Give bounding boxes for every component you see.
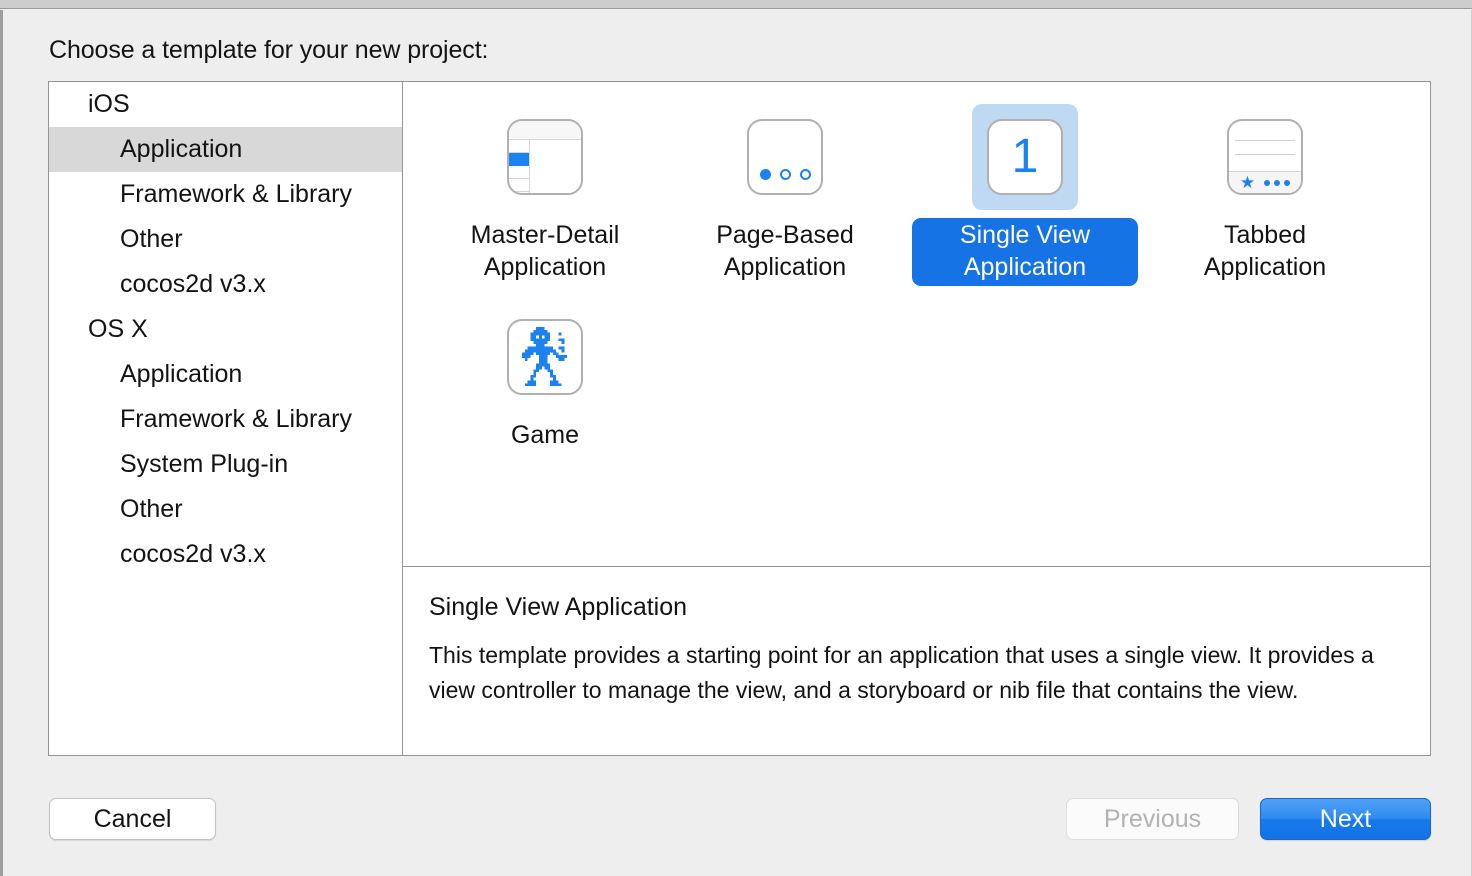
template-label: Game (510, 421, 580, 449)
page-title: Choose a template for your new project: (49, 36, 489, 64)
sidebar-item-application[interactable]: Application (49, 352, 402, 397)
sidebar-item-other[interactable]: Other (49, 217, 402, 262)
game-icon (507, 319, 583, 395)
sidebar-item-label: Application (120, 360, 243, 388)
sidebar-item-ios[interactable]: iOS (49, 82, 402, 127)
sidebar-item-framework-library[interactable]: Framework & Library (49, 397, 402, 442)
sidebar-item-cocos2d-v3-x[interactable]: cocos2d v3.x (49, 532, 402, 577)
template-area: Master-Detail Application Page-Based Appl… (403, 82, 1430, 755)
sidebar-item-application[interactable]: Application (49, 127, 402, 172)
sidebar-item-label: System Plug-in (120, 450, 289, 478)
template-label: Page-Based Application (716, 221, 854, 281)
sidebar-item-label: Other (120, 495, 183, 523)
template-item-master-detail-application[interactable]: Master-Detail Application (425, 104, 665, 286)
sidebar-item-label: Other (120, 225, 183, 253)
sidebar-item-label: iOS (88, 90, 130, 118)
single-view-icon: 1 (987, 119, 1063, 195)
sidebar-item-label: cocos2d v3.x (120, 270, 266, 298)
template-item-page-based-application[interactable]: Page-Based Application (665, 104, 905, 286)
new-project-dialog: Choose a template for your new project: … (0, 0, 1472, 876)
master-detail-icon (507, 119, 583, 195)
template-gallery[interactable]: Master-Detail Application Page-Based Appl… (403, 82, 1430, 567)
sidebar-item-framework-library[interactable]: Framework & Library (49, 172, 402, 217)
window-titlebar-strip (0, 0, 1472, 9)
template-label: Master-Detail Application (470, 221, 620, 281)
next-button[interactable]: Next (1260, 798, 1431, 840)
dialog-body: Choose a template for your new project: … (0, 10, 1472, 876)
template-icon-wrap (732, 104, 838, 210)
template-item-game[interactable]: Game (425, 304, 665, 454)
template-chooser-panel: iOS Application Framework & Library Other co… (48, 81, 1431, 756)
cancel-button[interactable]: Cancel (49, 798, 216, 840)
template-icon-wrap: ★ (1212, 104, 1318, 210)
sidebar-item-system-plug-in[interactable]: System Plug-in (49, 442, 402, 487)
description-body: This template provides a starting point … (429, 642, 1374, 703)
template-item-tabbed-application[interactable]: ★ Tabbed Application (1145, 104, 1385, 286)
template-icon-wrap: 1 (972, 104, 1078, 210)
sidebar-item-other[interactable]: Other (49, 487, 402, 532)
sidebar-item-label: OS X (88, 315, 148, 343)
sidebar-item-cocos2d-v3-x[interactable]: cocos2d v3.x (49, 262, 402, 307)
page-based-icon (747, 119, 823, 195)
tabbed-icon: ★ (1227, 119, 1303, 195)
template-item-single-view-application[interactable]: 1 Single View Application (905, 104, 1145, 286)
template-label: Tabbed Application (1203, 221, 1327, 281)
sidebar-item-label: Application (120, 135, 243, 163)
sidebar-item-os-x[interactable]: OS X (49, 307, 402, 352)
template-icon-wrap (492, 104, 598, 210)
platform-sidebar[interactable]: iOS Application Framework & Library Other co… (49, 82, 403, 755)
single-view-badge: 1 (1011, 130, 1039, 183)
template-icon-wrap (492, 304, 598, 410)
description-title: Single View Application (429, 593, 688, 621)
sidebar-item-label: Framework & Library (120, 180, 352, 208)
previous-button[interactable]: Previous (1066, 798, 1239, 840)
template-description-panel: Single View Application This template pr… (403, 567, 1430, 755)
template-label: Single View Application (912, 218, 1138, 286)
sidebar-item-label: Framework & Library (120, 405, 352, 433)
template-grid: Master-Detail Application Page-Based Appl… (403, 104, 1430, 472)
sidebar-item-label: cocos2d v3.x (120, 540, 266, 568)
